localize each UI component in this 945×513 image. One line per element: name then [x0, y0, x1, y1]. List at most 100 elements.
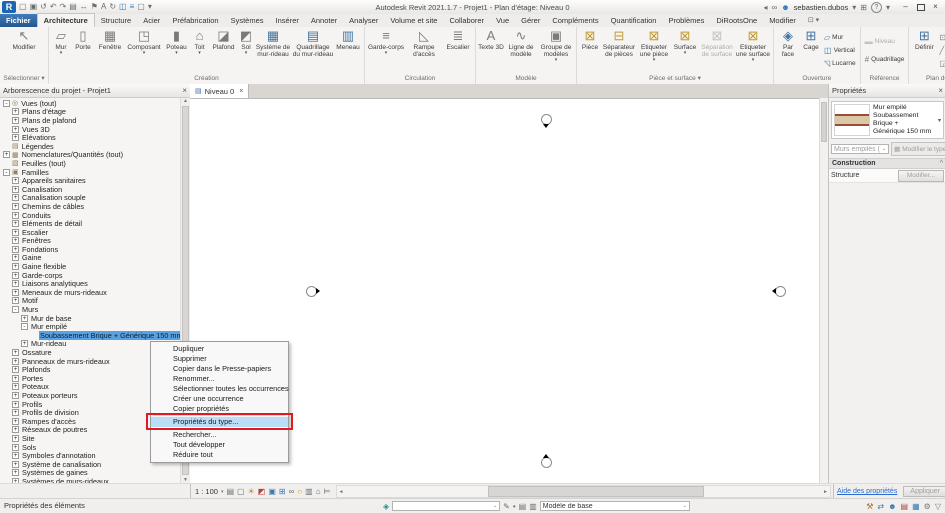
- reveal-constraints-icon[interactable]: ⊨: [324, 485, 331, 499]
- collapse-icon[interactable]: -: [12, 306, 19, 313]
- expand-icon[interactable]: +: [12, 469, 19, 476]
- undo-icon[interactable]: ↶: [50, 1, 57, 13]
- menu-item-supprimer[interactable]: Supprimer: [151, 354, 288, 364]
- exclude-options-icon[interactable]: ⚒: [866, 500, 873, 513]
- scrollbar-thumb[interactable]: [488, 486, 704, 497]
- sync-icon[interactable]: ↺: [40, 1, 47, 13]
- ribbon-tab-architecture[interactable]: Architecture: [37, 13, 95, 27]
- select-by-face-icon[interactable]: ▦: [912, 500, 920, 513]
- ribbon-button-poteau[interactable]: ▮Poteau▾: [163, 27, 190, 74]
- menu-item-copier-dans-le-presse-papiers[interactable]: Copier dans le Presse-papiers: [151, 364, 288, 374]
- ribbon-button-rampe-d-acces[interactable]: ◺Rampe d'accès: [405, 27, 443, 74]
- help-icon[interactable]: ?: [871, 2, 882, 13]
- ribbon-tab-analyser[interactable]: Analyser: [343, 14, 384, 27]
- ribbon-button-sol[interactable]: ◩Sol▾: [238, 27, 254, 74]
- properties-close-icon[interactable]: ×: [938, 86, 943, 95]
- ribbon-tab-complements[interactable]: Compléments: [546, 14, 604, 27]
- tree-item-gaine[interactable]: +Gaine: [0, 254, 190, 263]
- ribbon-button-ligne-de-modele[interactable]: ∿Ligne de modèle: [504, 27, 538, 74]
- tree-item-garde-corps[interactable]: +Garde-corps: [0, 271, 190, 280]
- tree-item-vues-3d[interactable]: +Vues 3D: [0, 125, 190, 134]
- expand-icon[interactable]: +: [12, 126, 19, 133]
- tree-item-canalisation-souple[interactable]: +Canalisation souple: [0, 194, 190, 203]
- expand-icon[interactable]: +: [12, 237, 19, 244]
- qat-customize-icon[interactable]: ▾: [148, 1, 152, 13]
- ribbon-tab-prefabrication[interactable]: Préfabrication: [166, 14, 224, 27]
- expand-icon[interactable]: +: [12, 272, 19, 279]
- ribbon-tab-systemes[interactable]: Systèmes: [225, 14, 270, 27]
- tree-item-familles[interactable]: -▣Familles: [0, 168, 190, 177]
- ribbon-button-systeme-de-mur-rideau[interactable]: ▦Système de mur-rideau: [254, 27, 292, 74]
- modify-state-indicator-icon[interactable]: ⊡ ▾: [808, 14, 819, 27]
- tree-item-escalier[interactable]: +Escalier: [0, 228, 190, 237]
- expand-icon[interactable]: +: [12, 117, 19, 124]
- expand-icon[interactable]: +: [12, 426, 19, 433]
- ribbon-button-definir[interactable]: ⊞Définir: [911, 27, 937, 74]
- search-dropdown-icon[interactable]: ◂: [764, 3, 768, 12]
- ribbon-tab-gerer[interactable]: Gérer: [515, 14, 546, 27]
- design-option-combo[interactable]: Modèle de base⌄: [540, 501, 690, 511]
- ribbon-button-etiqueter-une-surface[interactable]: ⊠Etiqueter une surface▾: [735, 27, 771, 74]
- close-hidden-icon[interactable]: ▢: [137, 1, 145, 13]
- ribbon-button-visionneuse[interactable]: ◲Visionneuse: [937, 57, 945, 70]
- tree-item-appareils-sanitaires[interactable]: +Appareils sanitaires: [0, 176, 190, 185]
- combo-dropdown-icon[interactable]: ⌄: [683, 503, 687, 509]
- tree-item-soubassement-brique-generique-150-mm[interactable]: Soubassement Brique + Générique 150 mm: [0, 331, 190, 340]
- expand-icon[interactable]: +: [12, 194, 19, 201]
- project-browser-close-icon[interactable]: ×: [182, 86, 187, 95]
- scroll-left-icon[interactable]: ◄: [337, 489, 346, 495]
- expand-icon[interactable]: +: [12, 177, 19, 184]
- design-options-icon[interactable]: ▤: [519, 500, 527, 513]
- ribbon-group-label-selectionner[interactable]: Sélectionner ▾: [2, 74, 46, 84]
- expand-icon[interactable]: +: [12, 358, 19, 365]
- expand-icon[interactable]: +: [12, 280, 19, 287]
- expand-icon[interactable]: +: [12, 297, 19, 304]
- expand-icon[interactable]: +: [21, 315, 28, 322]
- scroll-right-icon[interactable]: ►: [821, 489, 830, 495]
- expand-icon[interactable]: +: [12, 108, 19, 115]
- measure-icon[interactable]: ↔: [80, 1, 88, 13]
- temporary-view-properties-icon[interactable]: ▥: [305, 485, 313, 499]
- ribbon-button-quadrillage-du-mur-rideau[interactable]: ▤Quadrillage du mur-rideau: [292, 27, 334, 74]
- combo-dropdown-icon[interactable]: ⌄: [493, 503, 497, 509]
- expand-icon[interactable]: +: [12, 212, 19, 219]
- tree-item-chemins-de-cables[interactable]: +Chemins de câbles: [0, 202, 190, 211]
- canvas-vertical-scrollbar[interactable]: [819, 98, 828, 483]
- maximize-button[interactable]: [913, 1, 928, 13]
- ribbon-button-meneau[interactable]: ▥Meneau: [334, 27, 362, 74]
- menu-item-rechercher[interactable]: Rechercher...: [151, 430, 288, 440]
- properties-help-link[interactable]: Aide des propriétés: [837, 488, 897, 495]
- canvas-horizontal-scrollbar[interactable]: ◄ ►: [336, 485, 832, 498]
- ribbon-tab-fichier[interactable]: Fichier: [0, 14, 37, 27]
- tree-item-murs[interactable]: -Murs: [0, 305, 190, 314]
- expand-icon[interactable]: +: [12, 418, 19, 425]
- app-store-icon[interactable]: ⊞: [860, 3, 867, 12]
- ribbon-button-vertical[interactable]: ◫Vertical: [822, 44, 858, 57]
- ribbon-tab-collaborer[interactable]: Collaborer: [443, 14, 490, 27]
- menu-item-creer-une-occurrence[interactable]: Créer une occurrence: [151, 394, 288, 404]
- editable-only-icon[interactable]: ✎: [503, 500, 510, 513]
- drag-on-selection-icon[interactable]: ⚙: [924, 500, 931, 513]
- expand-icon[interactable]: +: [12, 220, 19, 227]
- ribbon-tab-vue[interactable]: Vue: [490, 14, 515, 27]
- ribbon-group-label-piece-et-surface[interactable]: Pièce et surface ▾: [579, 74, 771, 84]
- elevation-marker-east[interactable]: [775, 286, 786, 297]
- sun-path-icon[interactable]: ☀: [248, 485, 255, 499]
- menu-item-tout-developper[interactable]: Tout développer: [151, 440, 288, 450]
- edit-in-place-icon[interactable]: ⇄: [877, 500, 884, 513]
- ribbon-button-escalier[interactable]: ≣Escalier: [443, 27, 473, 74]
- expand-icon[interactable]: +: [12, 366, 19, 373]
- tree-item-systemes-de-gaines[interactable]: +Systèmes de gaines: [0, 469, 190, 478]
- menu-item-copier-proprietes[interactable]: Copier propriétés: [151, 404, 288, 414]
- minimize-button[interactable]: –: [898, 1, 913, 13]
- tree-item-plans-de-plafond[interactable]: +Plans de plafond: [0, 116, 190, 125]
- collapse-icon[interactable]: -: [3, 100, 10, 107]
- ribbon-button-plafond[interactable]: ◪Plafond: [209, 27, 238, 74]
- section-construction[interactable]: Construction ^: [829, 158, 945, 169]
- tree-item-fenetres[interactable]: +Fenêtres: [0, 237, 190, 246]
- view-tab-niveau-0[interactable]: ▤ Niveau 0 ×: [190, 84, 249, 98]
- view-tab-close-icon[interactable]: ×: [239, 88, 243, 95]
- select-underlay-icon[interactable]: ☻: [888, 500, 896, 513]
- scrollbar-thumb[interactable]: [821, 102, 827, 142]
- ribbon-button-separateur-de-pieces[interactable]: ⊟Séparateur de pièces: [601, 27, 637, 74]
